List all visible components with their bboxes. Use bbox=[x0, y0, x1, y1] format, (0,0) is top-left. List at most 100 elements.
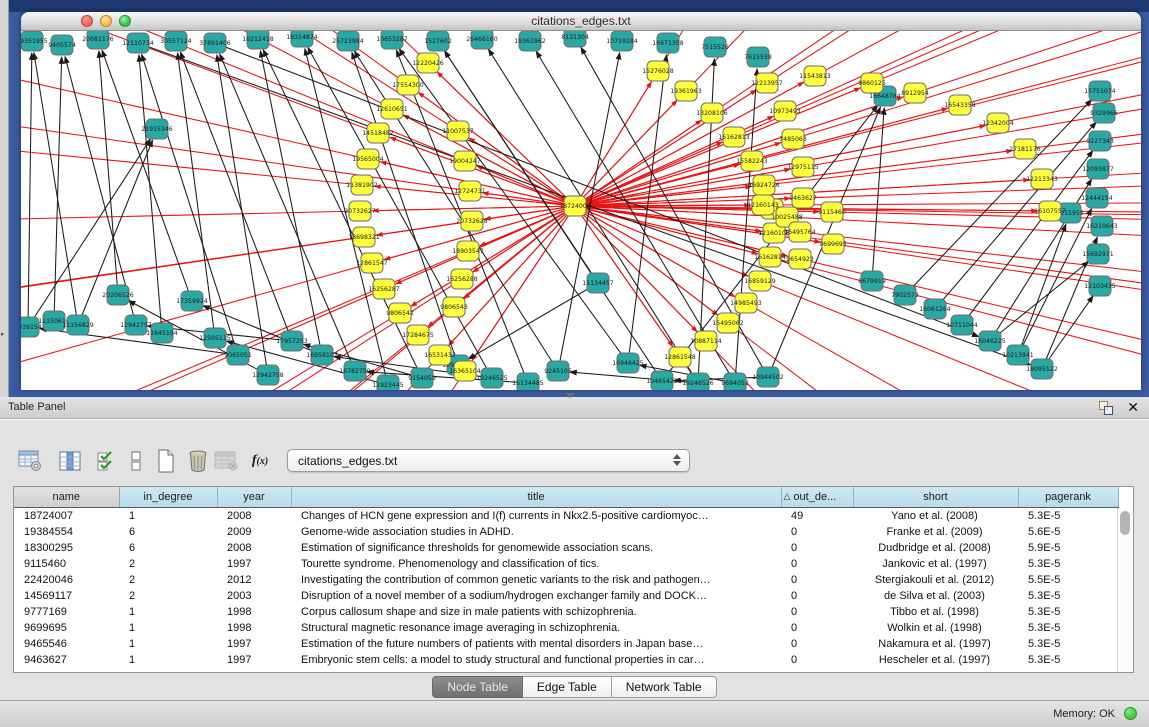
table-cell-out_de[interactable]: 0 bbox=[781, 652, 853, 668]
table-selector-dropdown[interactable]: citations_edges.txt bbox=[287, 449, 690, 472]
network-edge[interactable] bbox=[21, 69, 575, 206]
column-header-in_degree[interactable]: in_degree bbox=[119, 487, 217, 508]
table-cell-title[interactable]: Genome-wide association studies in ADHD. bbox=[291, 524, 781, 540]
table-cell-pagerank[interactable]: 5.3E-5 bbox=[1018, 604, 1118, 620]
table-cell-name[interactable]: 9777169 bbox=[14, 604, 119, 620]
table-cell-in_degree[interactable]: 2 bbox=[119, 556, 217, 572]
network-edge[interactable] bbox=[735, 69, 757, 383]
table-cell-out_de[interactable]: 0 bbox=[781, 572, 853, 588]
table-cell-year[interactable]: 2003 bbox=[217, 588, 291, 604]
table-cell-short[interactable]: Jankovic et al. (1997) bbox=[853, 556, 1018, 572]
table-cell-title[interactable]: Estimation of significance thresholds fo… bbox=[291, 540, 781, 556]
table-cell-in_degree[interactable]: 1 bbox=[119, 652, 217, 668]
window-titlebar[interactable]: citations_edges.txt bbox=[21, 12, 1141, 31]
table-cell-name[interactable]: 9463627 bbox=[14, 652, 119, 668]
table-cell-title[interactable]: Changes of HCN gene expression and I(f) … bbox=[291, 508, 781, 525]
table-cell-in_degree[interactable]: 1 bbox=[119, 620, 217, 636]
table-cell-year[interactable]: 1997 bbox=[217, 556, 291, 572]
network-edge[interactable] bbox=[468, 283, 598, 359]
network-edge[interactable] bbox=[575, 206, 1141, 367]
table-cell-name[interactable]: 9699695 bbox=[14, 620, 119, 636]
table-cell-name[interactable]: 18724007 bbox=[14, 508, 119, 525]
table-cell-year[interactable]: 1998 bbox=[217, 604, 291, 620]
table-row[interactable]: 969969511998Structural magnetic resonanc… bbox=[14, 620, 1118, 636]
network-edge[interactable] bbox=[260, 51, 322, 355]
table-cell-title[interactable]: Investigating the contribution of common… bbox=[291, 572, 781, 588]
close-icon[interactable]: ✕ bbox=[1127, 399, 1139, 416]
table-cell-in_degree[interactable]: 6 bbox=[119, 524, 217, 540]
network-edge[interactable] bbox=[390, 138, 575, 206]
table-cell-year[interactable]: 2008 bbox=[217, 540, 291, 556]
table-cell-year[interactable]: 1997 bbox=[217, 636, 291, 652]
network-edge[interactable] bbox=[872, 108, 884, 281]
table-cell-out_de[interactable]: 0 bbox=[781, 524, 853, 540]
column-header-pagerank[interactable]: pagerank bbox=[1018, 487, 1118, 508]
column-header-year[interactable]: year bbox=[217, 487, 291, 508]
table-cell-short[interactable]: Tibbo et al. (1998) bbox=[853, 604, 1018, 620]
table-cell-in_degree[interactable]: 1 bbox=[119, 604, 217, 620]
table-row[interactable]: 1872400712008Changes of HCN gene express… bbox=[14, 508, 1118, 525]
table-cell-pagerank[interactable]: 5.3E-5 bbox=[1018, 636, 1118, 652]
network-edge[interactable] bbox=[990, 262, 1089, 341]
table-row[interactable]: 1938455462009Genome-wide association stu… bbox=[14, 524, 1118, 540]
table-cell-short[interactable]: Hescheler et al. (1997) bbox=[853, 652, 1018, 668]
table-cell-title[interactable]: Corpus callosum shape and size in male p… bbox=[291, 604, 781, 620]
select-attributes-button[interactable] bbox=[92, 448, 120, 474]
table-cell-in_degree[interactable]: 1 bbox=[119, 508, 217, 525]
network-edge[interactable] bbox=[139, 55, 162, 333]
table-cell-out_de[interactable]: 0 bbox=[781, 540, 853, 556]
table-cell-short[interactable]: Franke et al. (2009) bbox=[853, 524, 1018, 540]
tab-edge-table[interactable]: Edge Table bbox=[523, 676, 612, 698]
table-cell-year[interactable]: 2009 bbox=[217, 524, 291, 540]
table-cell-name[interactable]: 9115460 bbox=[14, 556, 119, 572]
network-edge[interactable] bbox=[220, 54, 355, 371]
table-cell-pagerank[interactable]: 5.3E-5 bbox=[1018, 508, 1118, 525]
table-row[interactable]: 946554611997Estimation of the future num… bbox=[14, 636, 1118, 652]
show-columns-button[interactable] bbox=[56, 448, 84, 474]
column-header-short[interactable]: short bbox=[853, 487, 1018, 508]
table-cell-name[interactable]: 14569117 bbox=[14, 588, 119, 604]
table-cell-pagerank[interactable]: 5.9E-5 bbox=[1018, 540, 1118, 556]
table-cell-out_de[interactable]: 0 bbox=[781, 604, 853, 620]
delete-table-button[interactable] bbox=[212, 448, 240, 474]
table-mode-button[interactable] bbox=[16, 448, 44, 474]
table-cell-short[interactable]: Wolkin et al. (1998) bbox=[853, 620, 1018, 636]
float-window-icon[interactable] bbox=[1099, 401, 1113, 414]
network-edge[interactable] bbox=[477, 166, 575, 206]
table-cell-out_de[interactable]: 0 bbox=[781, 556, 853, 572]
table-row[interactable]: 911546021997Tourette syndrome. Phenomeno… bbox=[14, 556, 1118, 572]
network-edge[interactable] bbox=[575, 82, 651, 206]
function-builder-button[interactable]: f(x) bbox=[246, 448, 274, 474]
table-cell-pagerank[interactable]: 5.3E-5 bbox=[1018, 588, 1118, 604]
tab-node-table[interactable]: Node Table bbox=[432, 676, 523, 698]
row-height-button[interactable] bbox=[122, 448, 150, 474]
network-edge[interactable] bbox=[217, 55, 268, 375]
tab-network-table[interactable]: Network Table bbox=[612, 676, 717, 698]
network-edge[interactable] bbox=[575, 206, 1141, 390]
network-canvas[interactable]: 1935195594055742068117612110734305571243… bbox=[21, 31, 1141, 390]
table-cell-year[interactable]: 2012 bbox=[217, 572, 291, 588]
table-row[interactable]: 1830029562008Estimation of significance … bbox=[14, 540, 1118, 556]
table-cell-pagerank[interactable]: 5.3E-5 bbox=[1018, 556, 1118, 572]
network-edge[interactable] bbox=[575, 206, 1141, 390]
memory-ok-icon[interactable] bbox=[1124, 707, 1137, 720]
table-row[interactable]: 946362711997Embryonic stem cells: a mode… bbox=[14, 652, 1118, 668]
table-cell-pagerank[interactable]: 5.6E-5 bbox=[1018, 524, 1118, 540]
table-cell-title[interactable]: Tourette syndrome. Phenomenology and cla… bbox=[291, 556, 781, 572]
splitter-handle-icon[interactable] bbox=[565, 393, 575, 398]
network-edge[interactable] bbox=[575, 206, 1141, 390]
west-panel-splitter[interactable]: ▸ bbox=[0, 0, 9, 397]
column-header-title[interactable]: title bbox=[291, 487, 781, 508]
table-row[interactable]: 1456911722003Disruption of a novel membe… bbox=[14, 588, 1118, 604]
table-cell-title[interactable]: Disruption of a novel member of a sodium… bbox=[291, 588, 781, 604]
table-cell-out_de[interactable]: 0 bbox=[781, 620, 853, 636]
table-cell-short[interactable]: Stergiakouli et al. (2012) bbox=[853, 572, 1018, 588]
network-edge[interactable] bbox=[581, 47, 768, 377]
table-cell-in_degree[interactable]: 1 bbox=[119, 636, 217, 652]
network-edge[interactable] bbox=[403, 115, 575, 206]
network-edge[interactable] bbox=[570, 372, 698, 383]
table-cell-pagerank[interactable]: 5.3E-5 bbox=[1018, 652, 1118, 668]
table-cell-short[interactable]: Dudbridge et al. (2008) bbox=[853, 540, 1018, 556]
network-edge[interactable] bbox=[469, 138, 575, 206]
table-cell-short[interactable]: Yano et al. (2008) bbox=[853, 508, 1018, 525]
